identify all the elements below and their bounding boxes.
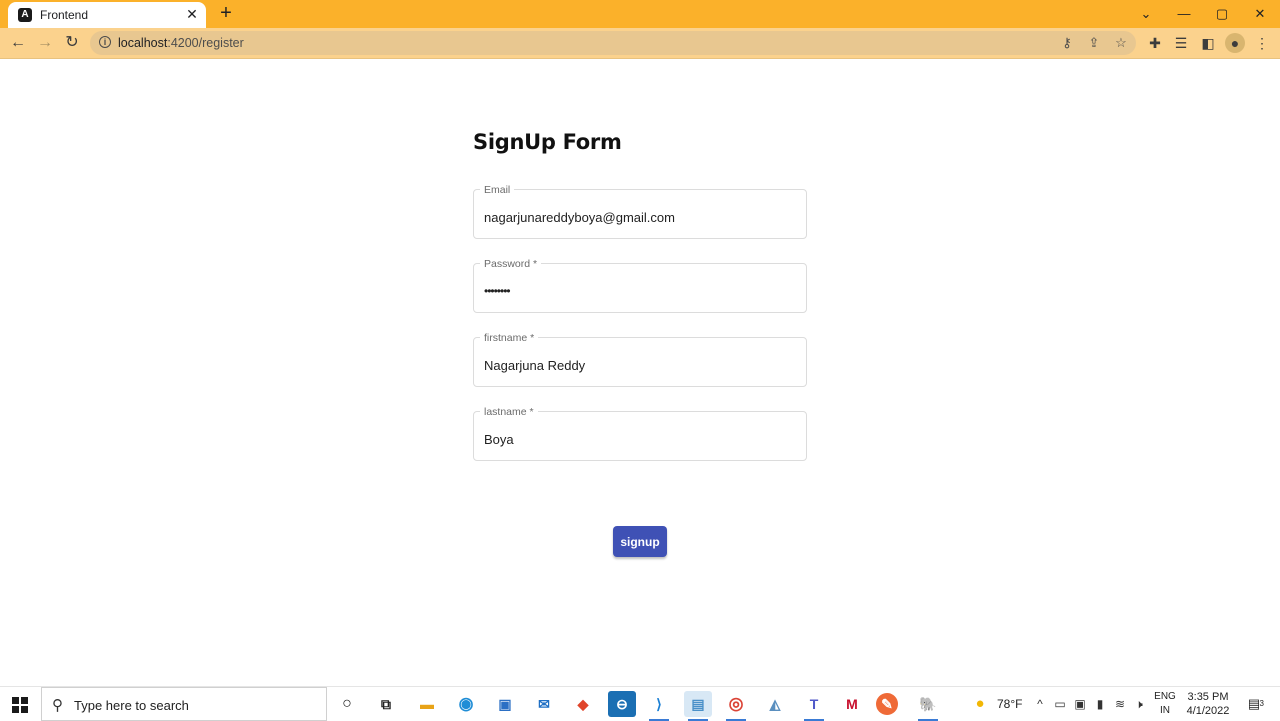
browser-toolbar: ← → ↻ i localhost:4200/register ⚷ ⇪ ☆ ✚ … bbox=[0, 28, 1280, 59]
language-indicator[interactable]: ENG IN bbox=[1152, 690, 1178, 718]
clock-time: 3:35 PM bbox=[1187, 691, 1229, 703]
lastname-field[interactable]: lastname * bbox=[473, 406, 807, 461]
firstname-field[interactable]: firstname * bbox=[473, 332, 807, 387]
lastname-label: lastname * bbox=[480, 406, 538, 418]
chevron-up-icon[interactable]: ^ bbox=[1032, 696, 1048, 712]
postman-icon[interactable]: ✎ bbox=[876, 693, 898, 715]
wifi-icon[interactable]: ≋ bbox=[1112, 696, 1128, 712]
chrome-icon[interactable]: ◎ bbox=[722, 691, 750, 721]
profile-icon[interactable]: ● bbox=[1225, 33, 1245, 53]
mcafee-icon[interactable]: M bbox=[838, 691, 866, 717]
signup-button[interactable]: signup bbox=[613, 526, 667, 557]
store-icon[interactable]: ▣ bbox=[491, 691, 519, 717]
firstname-input[interactable] bbox=[484, 358, 794, 373]
bookmark-star-icon[interactable]: ☆ bbox=[1112, 34, 1130, 52]
postgresql-icon[interactable]: 🐘 bbox=[914, 691, 942, 721]
password-label: Password * bbox=[480, 258, 542, 270]
search-icon: ⚲ bbox=[52, 697, 63, 714]
close-window-button[interactable]: ✕ bbox=[1250, 4, 1270, 24]
search-placeholder: Type here to search bbox=[74, 698, 189, 713]
mail-icon[interactable]: ✉ bbox=[530, 691, 558, 717]
start-button[interactable] bbox=[0, 687, 40, 721]
reload-icon[interactable]: ↻ bbox=[62, 33, 82, 53]
menu-kebab-icon[interactable]: ⋮ bbox=[1252, 33, 1272, 53]
new-tab-button[interactable]: + bbox=[216, 3, 236, 24]
office-icon[interactable]: ◆ bbox=[569, 691, 597, 717]
task-view-icon[interactable]: ⧉ bbox=[372, 691, 400, 717]
share-icon[interactable]: ⇪ bbox=[1085, 34, 1103, 52]
weather-icon[interactable]: ● bbox=[972, 696, 988, 712]
display-icon[interactable]: ▣ bbox=[1072, 696, 1088, 712]
weather-text[interactable]: 78°F bbox=[997, 697, 1022, 711]
taskbar-search[interactable]: ⚲ Type here to search bbox=[41, 687, 327, 721]
close-tab-icon[interactable]: ✕ bbox=[184, 6, 200, 22]
battery-icon[interactable]: ▮ bbox=[1092, 696, 1108, 712]
extensions-icon[interactable]: ✚ bbox=[1145, 33, 1165, 53]
back-icon[interactable]: ← bbox=[8, 33, 28, 53]
clock[interactable]: 3:35 PM 4/1/2022 bbox=[1180, 690, 1236, 718]
address-bar[interactable]: i localhost:4200/register ⚷ ⇪ ☆ bbox=[90, 31, 1136, 55]
windows-icon bbox=[12, 697, 28, 713]
browser-tab[interactable]: A Frontend ✕ bbox=[8, 2, 206, 28]
cortana-icon[interactable]: ○ bbox=[333, 691, 361, 717]
vscode-icon[interactable]: ⟩ bbox=[645, 691, 673, 721]
reading-list-icon[interactable]: ☰ bbox=[1171, 33, 1191, 53]
side-panel-icon[interactable]: ◧ bbox=[1198, 33, 1218, 53]
volume-muted-icon[interactable]: 🕨 bbox=[1131, 696, 1147, 712]
clock-date: 4/1/2022 bbox=[1186, 705, 1230, 717]
meet-now-icon[interactable]: ▭ bbox=[1052, 696, 1068, 712]
key-icon[interactable]: ⚷ bbox=[1058, 34, 1076, 52]
angular-icon: A bbox=[18, 8, 32, 22]
password-field[interactable]: Password * •••••••• bbox=[473, 258, 807, 313]
teams-icon[interactable]: T bbox=[800, 691, 828, 721]
maximize-button[interactable]: ▢ bbox=[1212, 4, 1232, 24]
password-input[interactable]: •••••••• bbox=[484, 284, 794, 298]
email-label: Email bbox=[480, 184, 515, 196]
app-icon[interactable]: ⊖ bbox=[608, 691, 636, 717]
file-explorer-icon[interactable]: ▬ bbox=[413, 691, 441, 717]
remote-desktop-icon[interactable]: ▤ bbox=[684, 691, 712, 721]
taskbar: ⚲ Type here to search ○ ⧉ ▬ ◉ ▣ ✉ ◆ ⊖ ⟩ … bbox=[0, 686, 1280, 721]
forward-icon[interactable]: → bbox=[35, 33, 55, 53]
page-title: SignUp Form bbox=[473, 130, 622, 154]
site-info-icon[interactable]: i bbox=[99, 36, 111, 48]
minimize-button[interactable]: — bbox=[1174, 4, 1194, 24]
lastname-input[interactable] bbox=[484, 432, 794, 447]
tab-search-icon[interactable]: ⌄ bbox=[1136, 4, 1156, 24]
edge-icon[interactable]: ◉ bbox=[452, 691, 480, 717]
url-text[interactable]: localhost:4200/register bbox=[118, 36, 244, 50]
tab-title: Frontend bbox=[40, 8, 89, 22]
notifications-icon[interactable]: ▤ 3 bbox=[1244, 695, 1264, 713]
email-input[interactable] bbox=[484, 210, 794, 225]
browser-tabbar: A Frontend ✕ + ⌄ — ▢ ✕ bbox=[0, 0, 1280, 28]
app-icon-2[interactable]: ◭ bbox=[761, 691, 789, 717]
email-field[interactable]: Email bbox=[473, 184, 807, 239]
firstname-label: firstname * bbox=[480, 332, 539, 344]
